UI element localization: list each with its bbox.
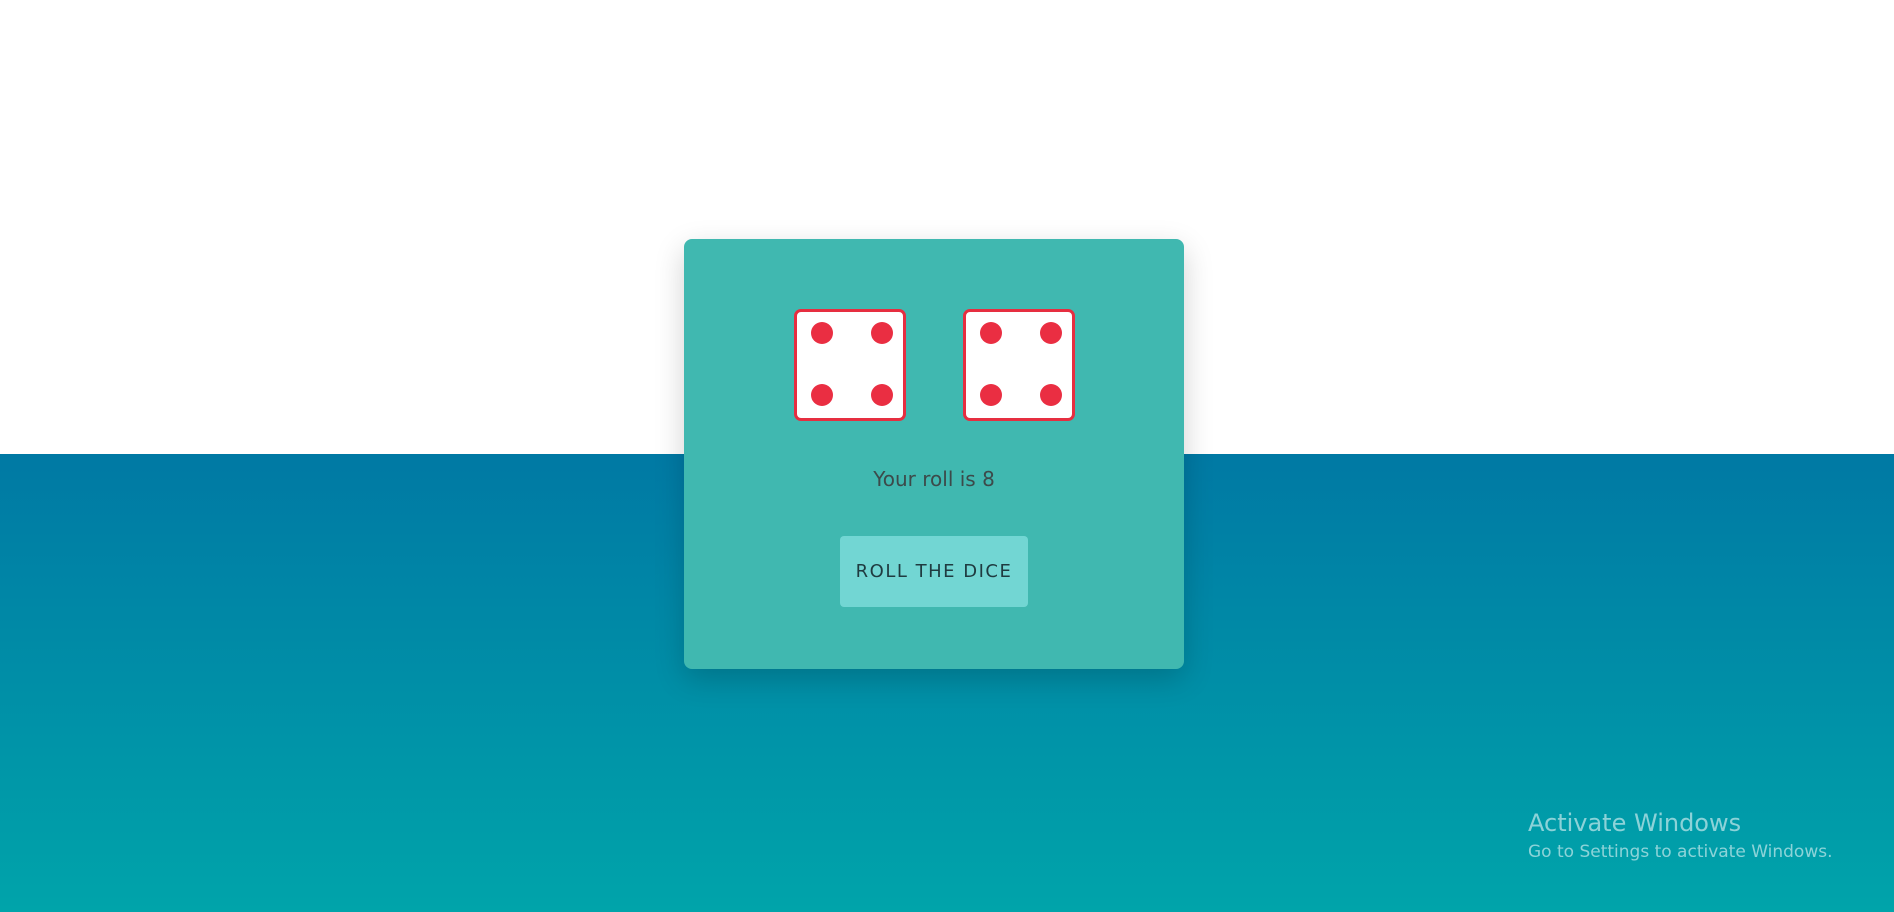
die-pip: [980, 322, 1002, 344]
dice-card: Your roll is 8 ROLL THE DICE: [684, 239, 1184, 669]
die-pip: [811, 384, 833, 406]
roll-result-text: Your roll is 8: [873, 467, 995, 491]
die-pip: [811, 322, 833, 344]
dice-row: [684, 309, 1184, 421]
die-pip: [980, 384, 1002, 406]
die-right: [963, 309, 1075, 421]
die-pip: [871, 322, 893, 344]
die-pip: [1040, 384, 1062, 406]
watermark-subtitle: Go to Settings to activate Windows.: [1528, 842, 1833, 862]
watermark-title: Activate Windows: [1528, 809, 1742, 837]
roll-dice-button[interactable]: ROLL THE DICE: [840, 536, 1028, 607]
activate-windows-watermark: Activate Windows Go to Settings to activ…: [1528, 808, 1833, 864]
die-pip: [871, 384, 893, 406]
die-pip: [1040, 322, 1062, 344]
die-left: [794, 309, 906, 421]
page: Your roll is 8 ROLL THE DICE Activate Wi…: [0, 0, 1894, 912]
